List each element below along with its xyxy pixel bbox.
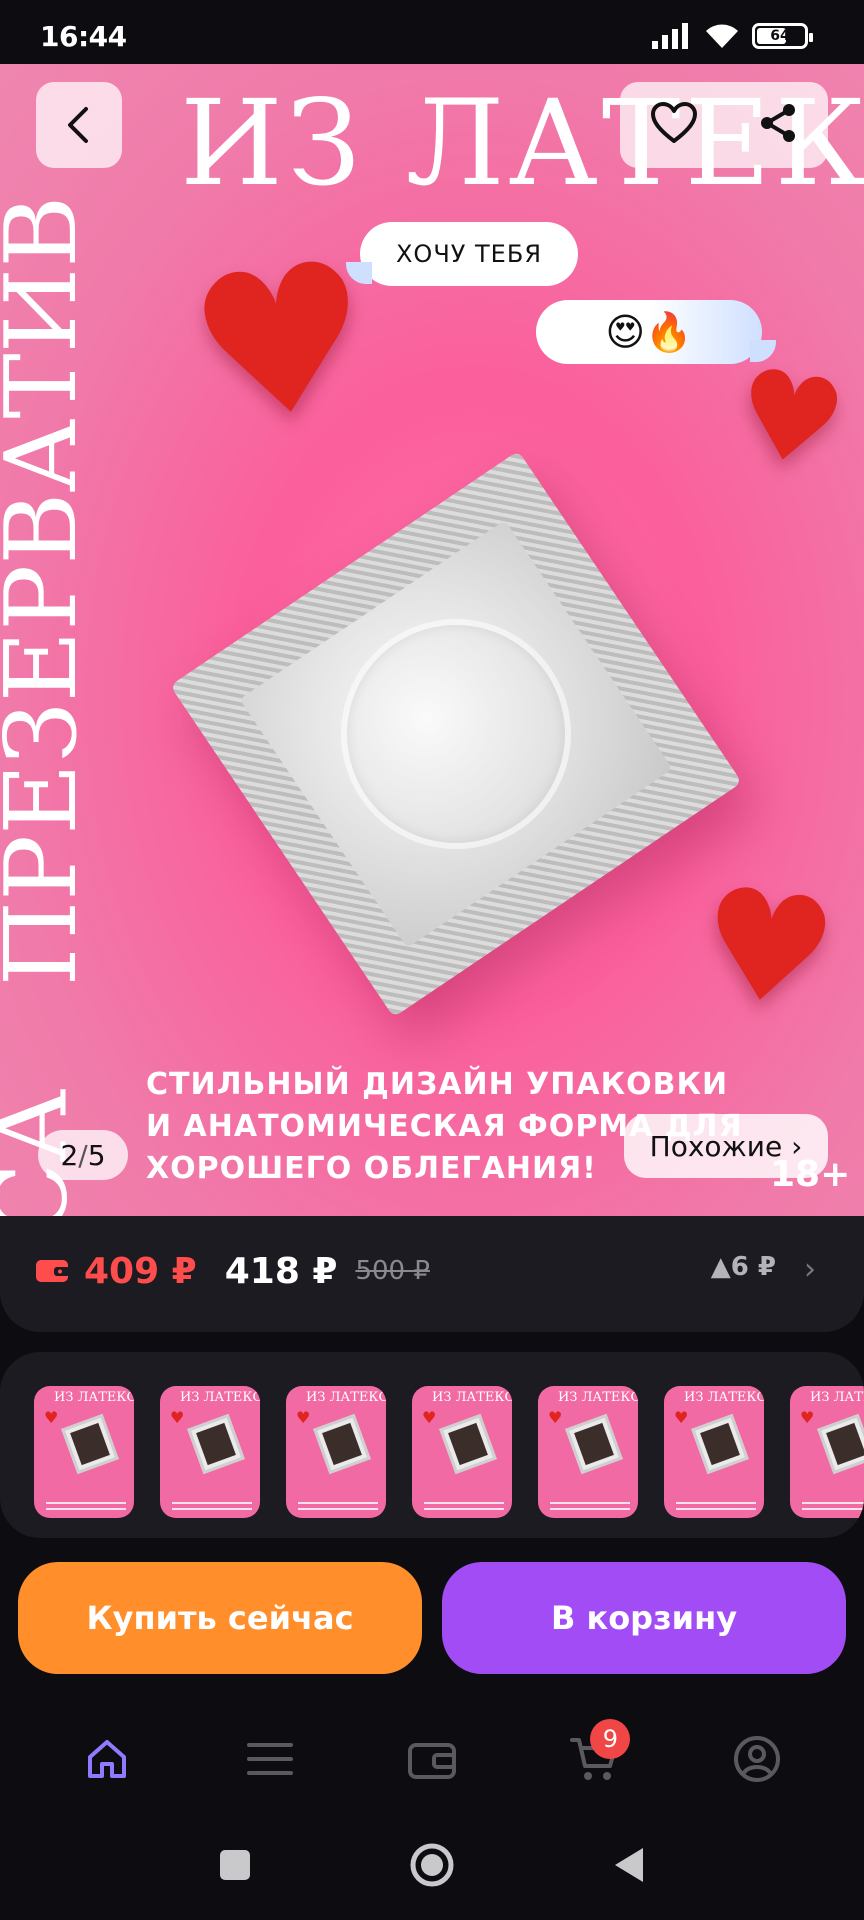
bottom-tab-bar: 9 xyxy=(0,1704,864,1814)
variant-thumbnail[interactable]: ИЗ ЛАТЕКСА ♥ xyxy=(34,1386,134,1518)
main-price: 418 ₽ xyxy=(224,1250,338,1292)
back-button[interactable] xyxy=(36,82,122,168)
variant-photo xyxy=(691,1413,749,1475)
menu-icon xyxy=(246,1743,293,1775)
square-icon xyxy=(220,1850,250,1880)
heart-decoration-icon: ♥ xyxy=(674,1408,689,1427)
variant-thumbnail[interactable]: ИЗ ЛАТЕКСА ♥ xyxy=(538,1386,638,1518)
variant-photo xyxy=(817,1413,864,1475)
buy-now-button[interactable]: Купить сейчас xyxy=(18,1562,422,1674)
price-card[interactable]: 409 ₽ 418 ₽ 500 ₽ ▲6 ₽ › xyxy=(0,1216,864,1332)
variant-thumbnail[interactable]: ИЗ ЛАТЕКСА ♥ xyxy=(790,1386,864,1518)
back-system-button[interactable] xyxy=(613,1846,645,1888)
purchase-actions: Купить сейчас В корзину xyxy=(0,1538,864,1704)
variant-caption-lines xyxy=(676,1502,756,1510)
variant-title: ИЗ ЛАТЕКСА xyxy=(558,1390,638,1405)
variant-photo xyxy=(187,1413,245,1475)
variant-title: ИЗ ЛАТЕКСА xyxy=(306,1390,386,1405)
image-actions xyxy=(620,82,828,168)
variant-photo xyxy=(313,1413,371,1475)
product-image-carousel[interactable]: ИЗ ЛАТЕКСА ПРЕЗЕРВАТИВ КСА ♥ ♥ ♥ ХОЧУ ТЕ… xyxy=(0,64,864,1216)
cart-badge: 9 xyxy=(590,1719,631,1759)
status-time: 16:44 xyxy=(40,20,127,53)
product-package xyxy=(170,450,742,1018)
hero-vertical-text: ПРЕЗЕРВАТИВ xyxy=(0,195,99,987)
variants-card: ИЗ ЛАТЕКСА♥ИЗ ЛАТЕКСА♥ИЗ ЛАТЕКСА♥ИЗ ЛАТЕ… xyxy=(0,1352,864,1538)
variant-thumbnail[interactable]: ИЗ ЛАТЕКСА ♥ xyxy=(286,1386,386,1518)
heart-decoration-icon: ♥ xyxy=(548,1408,563,1427)
chat-bubble: ХОЧУ ТЕБЯ xyxy=(346,222,578,286)
variant-caption-lines xyxy=(46,1502,126,1510)
system-navigation-bar xyxy=(0,1814,864,1920)
share-icon xyxy=(760,104,795,142)
battery-level: 64 xyxy=(770,28,790,44)
heart-outline-icon xyxy=(650,102,697,143)
variant-caption-lines xyxy=(172,1502,252,1510)
signal-icon xyxy=(652,23,688,49)
variant-caption-lines xyxy=(550,1502,630,1510)
variant-title: ИЗ ЛАТЕКСА xyxy=(54,1390,134,1405)
hero-caption-line: СТИЛЬНЫЙ ДИЗАЙН УПАКОВКИ xyxy=(146,1067,729,1102)
heart-decoration-icon: ♥ xyxy=(688,853,846,1045)
old-price: 500 ₽ xyxy=(355,1256,430,1286)
variant-title: ИЗ ЛАТЕКСА xyxy=(684,1390,764,1405)
variant-title: ИЗ ЛАТЕКСА xyxy=(810,1390,864,1405)
variant-photo xyxy=(439,1413,497,1475)
similar-products-button[interactable]: Похожие › xyxy=(624,1114,828,1178)
status-bar: 16:44 64 xyxy=(0,0,864,64)
heart-decoration-icon: ♥ xyxy=(170,1408,185,1427)
triangle-back-icon xyxy=(615,1848,643,1882)
variant-caption-lines xyxy=(802,1502,864,1510)
tab-profile[interactable] xyxy=(717,1719,797,1799)
page-current: 2 xyxy=(60,1138,79,1172)
recent-apps-button[interactable] xyxy=(219,1849,251,1885)
variant-title: ИЗ ЛАТЕКСА xyxy=(432,1390,512,1405)
tab-catalog[interactable] xyxy=(230,1719,310,1799)
variant-caption-lines xyxy=(298,1502,378,1510)
profile-icon xyxy=(733,1736,780,1782)
variant-photo xyxy=(565,1413,623,1475)
variant-thumbnail[interactable]: ИЗ ЛАТЕКСА ♥ xyxy=(664,1386,764,1518)
wallet-price: 409 ₽ xyxy=(84,1250,197,1292)
price-row: 409 ₽ 418 ₽ 500 ₽ xyxy=(36,1246,430,1296)
tab-wallet[interactable] xyxy=(392,1719,472,1799)
wifi-icon xyxy=(706,24,738,48)
home-icon xyxy=(88,1740,127,1778)
heart-decoration-icon: ♥ xyxy=(724,341,855,498)
chevron-left-icon xyxy=(68,107,88,143)
favorite-button[interactable] xyxy=(650,101,698,149)
variants-list[interactable]: ИЗ ЛАТЕКСА♥ИЗ ЛАТЕКСА♥ИЗ ЛАТЕКСА♥ИЗ ЛАТЕ… xyxy=(34,1386,864,1518)
wallet-icon xyxy=(36,1260,70,1282)
heart-decoration-icon: ♥ xyxy=(422,1408,437,1427)
product-package-ring xyxy=(296,574,616,894)
chevron-right-icon[interactable]: › xyxy=(804,1252,816,1287)
page-total: 5 xyxy=(87,1138,106,1172)
heart-decoration-icon: ♥ xyxy=(800,1408,815,1427)
chat-bubble-emoji: 😍🔥 xyxy=(536,300,776,364)
circle-icon xyxy=(410,1843,454,1887)
tab-cart[interactable]: 9 xyxy=(554,1719,634,1799)
variant-caption-lines xyxy=(424,1502,504,1510)
tab-home[interactable] xyxy=(67,1719,147,1799)
home-system-button[interactable] xyxy=(409,1842,455,1892)
wallet-tab-icon xyxy=(407,1743,456,1779)
heart-decoration-icon: ♥ xyxy=(296,1408,311,1427)
price-difference: ▲6 ₽ xyxy=(710,1252,776,1282)
variant-photo xyxy=(61,1413,119,1475)
status-icons: 64 xyxy=(652,22,813,50)
image-page-counter: 2 / 5 xyxy=(38,1130,128,1180)
variant-title: ИЗ ЛАТЕКСА xyxy=(180,1390,260,1405)
add-to-cart-button[interactable]: В корзину xyxy=(442,1562,846,1674)
battery-icon: 64 xyxy=(752,23,813,49)
heart-decoration-icon: ♥ xyxy=(44,1408,59,1427)
share-button[interactable] xyxy=(757,102,799,148)
variant-thumbnail[interactable]: ИЗ ЛАТЕКСА ♥ xyxy=(160,1386,260,1518)
variant-thumbnail[interactable]: ИЗ ЛАТЕКСА ♥ xyxy=(412,1386,512,1518)
product-package-foil xyxy=(239,520,673,948)
